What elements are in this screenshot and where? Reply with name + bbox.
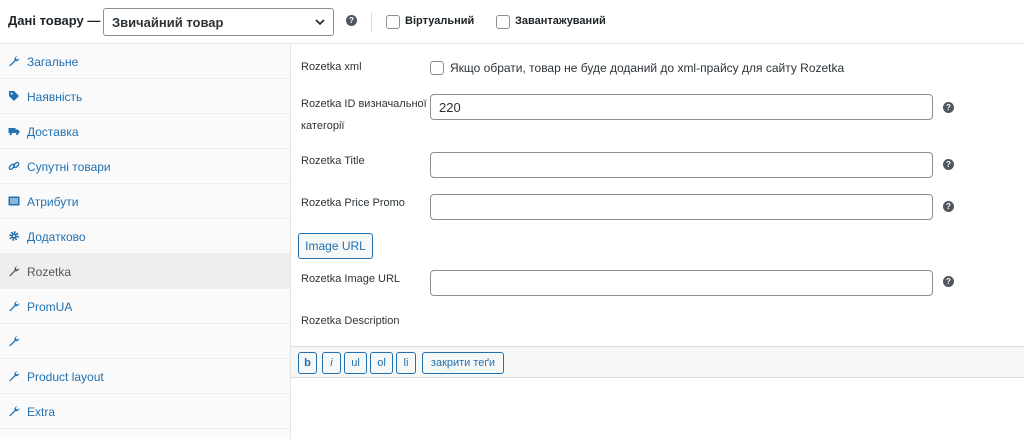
tab-label: Супутні товари: [27, 160, 111, 174]
tab-label: Product layout: [27, 370, 104, 384]
tab-label: Атрибути: [27, 195, 79, 209]
tag-icon: [9, 91, 19, 101]
wrench-icon: [9, 301, 20, 312]
description-label: Rozetka Description: [301, 315, 400, 327]
tab-advanced[interactable]: Додатково: [0, 219, 290, 254]
product-data-header: Дані товару — Звичайний товар ? Віртуаль…: [0, 0, 1024, 44]
tab-label: Extra: [27, 405, 56, 419]
help-icon[interactable]: ?: [943, 102, 954, 113]
image-url-button[interactable]: Image URL: [298, 233, 373, 259]
italic-button[interactable]: i: [322, 352, 341, 374]
tab-unnamed[interactable]: [0, 324, 290, 359]
truck-icon: [8, 128, 20, 136]
gear-icon: [9, 231, 19, 241]
bold-button[interactable]: b: [298, 352, 317, 374]
li-button[interactable]: li: [396, 352, 416, 374]
tab-inventory[interactable]: Наявність: [0, 79, 290, 114]
category-id-label: Rozetka ID визначальної: [301, 98, 427, 110]
tab-linked-products[interactable]: Супутні товари: [0, 149, 290, 184]
ol-button[interactable]: ol: [370, 352, 393, 374]
tab-label: Наявність: [27, 90, 83, 104]
rozetka-xml-checkbox[interactable]: [430, 61, 444, 75]
tab-label: Додатково: [27, 230, 86, 244]
header-divider: [371, 12, 372, 32]
downloadable-checkbox[interactable]: [496, 15, 510, 29]
close-tags-button[interactable]: закрити теґи: [422, 352, 504, 374]
price-promo-label: Rozetka Price Promo: [301, 197, 405, 209]
tab-product-layout[interactable]: Product layout: [0, 359, 290, 394]
product-type-value: Звичайний товар: [112, 15, 224, 30]
wrench-icon: [9, 406, 20, 417]
help-icon[interactable]: ?: [346, 15, 357, 26]
rozetka-title-input[interactable]: [430, 152, 933, 178]
quicktags-toolbar: b i ul ol li закрити теґи: [291, 346, 1024, 378]
product-data-title: Дані товару —: [8, 13, 101, 28]
help-icon[interactable]: ?: [943, 201, 954, 212]
virtual-checkbox[interactable]: [386, 15, 400, 29]
image-url-label: Rozetka Image URL: [301, 273, 401, 285]
rozetka-panel: Rozetka xml Якщо обрати, товар не буде д…: [291, 44, 1024, 439]
product-data-tabs: Загальне Наявність Доставка Супутні това…: [0, 44, 291, 439]
chevron-down-icon: [315, 19, 325, 26]
link-icon: [8, 161, 20, 171]
rozetka-xml-description: Якщо обрати, товар не буде доданий до xm…: [450, 61, 845, 75]
downloadable-label[interactable]: Завантажуваний: [515, 15, 606, 27]
wrench-icon: [9, 56, 20, 67]
tab-label: Доставка: [27, 125, 79, 139]
tab-promua[interactable]: PromUA: [0, 289, 290, 324]
tab-general[interactable]: Загальне: [0, 44, 290, 79]
tab-extra[interactable]: Extra: [0, 394, 290, 429]
rozetka-title-label: Rozetka Title: [301, 155, 365, 167]
wrench-icon: [9, 266, 20, 277]
image-url-input[interactable]: [430, 270, 933, 296]
ul-button[interactable]: ul: [344, 352, 367, 374]
rozetka-xml-label: Rozetka xml: [301, 61, 362, 73]
tab-label: Rozetka: [27, 265, 72, 279]
wrench-icon: [9, 336, 20, 347]
product-type-select[interactable]: Звичайний товар: [103, 8, 334, 36]
tab-attributes[interactable]: Атрибути: [0, 184, 290, 219]
tab-label: Загальне: [27, 55, 79, 69]
wrench-icon: [9, 371, 20, 382]
virtual-label[interactable]: Віртуальний: [405, 15, 474, 27]
category-id-value: 220: [439, 100, 461, 115]
tab-shipping[interactable]: Доставка: [0, 114, 290, 149]
price-promo-input[interactable]: [430, 194, 933, 220]
category-id-label-cont: категорії: [301, 120, 345, 132]
help-icon[interactable]: ?: [943, 276, 954, 287]
category-id-input[interactable]: 220: [430, 94, 933, 120]
tab-rozetka[interactable]: Rozetka: [0, 254, 290, 289]
tab-label: PromUA: [27, 300, 73, 314]
list-icon: [8, 196, 20, 206]
description-editor[interactable]: [291, 378, 1024, 439]
help-icon[interactable]: ?: [943, 159, 954, 170]
